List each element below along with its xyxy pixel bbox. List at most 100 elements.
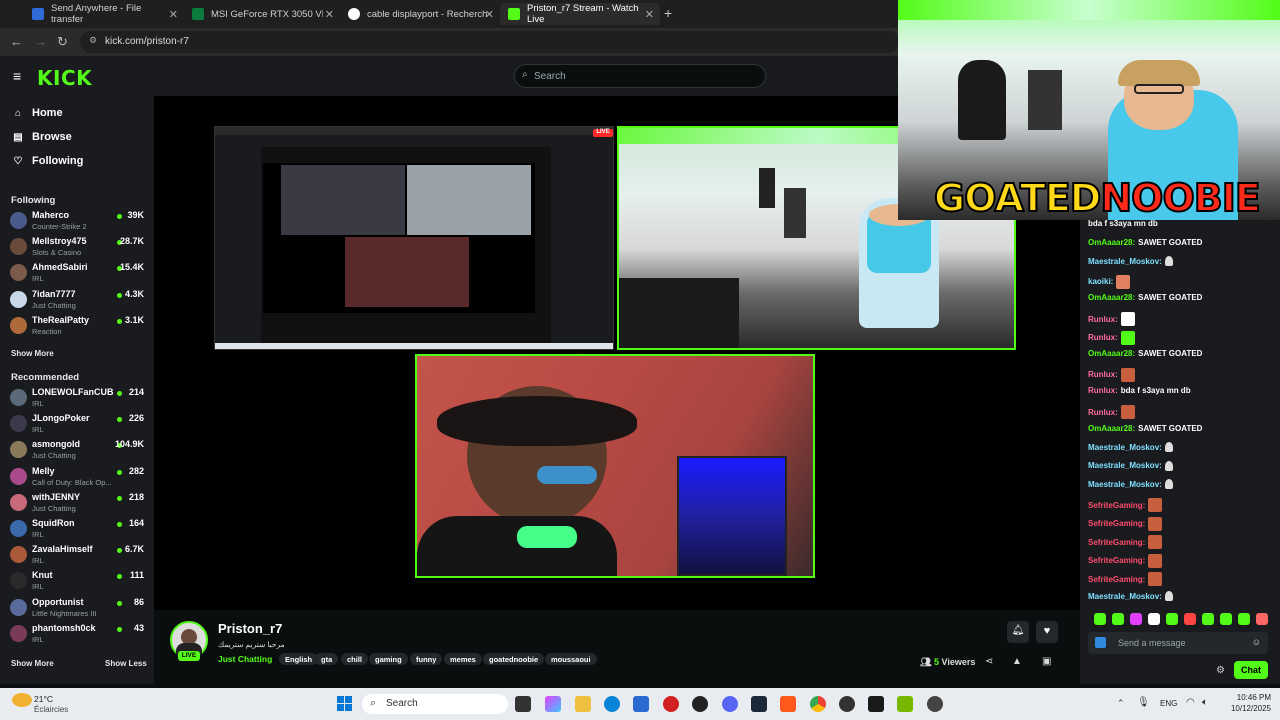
nav-following[interactable]: ♡ Following [11, 155, 84, 167]
follow-heart-icon[interactable]: ♥ [1036, 621, 1058, 643]
quick-emote-icon[interactable] [1130, 613, 1142, 625]
steam-icon[interactable] [751, 696, 767, 712]
browser-tab-google[interactable]: cable displayport - Recherche G ✕ [340, 3, 500, 25]
share-icon[interactable]: ⋖ [985, 656, 993, 667]
stream-tag[interactable]: memes [444, 653, 482, 665]
quick-emote-icon[interactable] [1094, 613, 1106, 625]
chat-send-button[interactable]: Chat [1234, 661, 1268, 679]
chat-username[interactable]: Runlux: [1088, 370, 1118, 379]
chat-username[interactable]: Runlux: [1088, 408, 1118, 417]
quick-emote-icon[interactable] [1256, 613, 1268, 625]
stream-tag[interactable]: gta [315, 653, 339, 665]
reload-icon[interactable]: ↻ [57, 34, 68, 50]
edge-icon[interactable] [604, 696, 620, 712]
app-red-icon[interactable] [663, 696, 679, 712]
chat-username[interactable]: SefriteGaming: [1088, 501, 1145, 510]
following-channel-row[interactable]: 7idan7777 Just Chatting 4.3K [10, 287, 144, 313]
app-gear-icon[interactable] [927, 696, 943, 712]
wifi-icon[interactable]: ◠ [1186, 697, 1195, 708]
chat-username[interactable]: OmAaaar28: [1088, 349, 1135, 358]
taskbar-search-input[interactable]: ⌕ Search [362, 694, 508, 714]
quick-emote-icon[interactable] [1238, 613, 1250, 625]
chat-username[interactable]: Runlux: [1088, 333, 1118, 342]
stream-tag[interactable]: gaming [369, 653, 408, 665]
chat-username[interactable]: Maestrale_Moskov: [1088, 480, 1162, 489]
close-tab-icon[interactable]: ✕ [485, 8, 494, 21]
recommended-channel-row[interactable]: JLongoPoker IRL 226 [10, 411, 144, 437]
recommended-channel-row[interactable]: phantomsh0ck IRL 43 [10, 621, 144, 647]
menu-hamburger-icon[interactable]: ≡ [13, 68, 21, 84]
show-less-button[interactable]: Show Less [105, 659, 147, 668]
following-channel-row[interactable]: Maherco Counter-Strike 2 39K [10, 208, 144, 234]
tray-chevron-icon[interactable]: ⌃ [1117, 698, 1125, 709]
show-more-following-button[interactable]: Show More [11, 349, 54, 358]
browser-tab-send-anywhere[interactable]: Send Anywhere - File transfer ✕ [24, 3, 184, 25]
chat-username[interactable]: Maestrale_Moskov: [1088, 257, 1162, 266]
stream-tag[interactable]: English [279, 653, 319, 665]
chat-settings-gear-icon[interactable]: ⚙ [1216, 665, 1225, 676]
mic-icon[interactable]: 🎙︎ [1137, 697, 1150, 708]
quick-emote-icon[interactable] [1184, 613, 1196, 625]
chat-input[interactable]: Send a message ☺ [1088, 632, 1268, 654]
clip-icon[interactable]: ▣ [1042, 656, 1051, 667]
chat-username[interactable]: Maestrale_Moskov: [1088, 592, 1162, 601]
chat-username[interactable]: SefriteGaming: [1088, 575, 1145, 584]
copilot-icon[interactable] [545, 696, 561, 712]
recommended-channel-row[interactable]: Opportunist Little Nightmares III 86 [10, 595, 144, 621]
file-explorer-icon[interactable] [575, 696, 591, 712]
url-input[interactable]: ⚙ kick.com/priston-r7 [80, 31, 900, 53]
recommended-channel-row[interactable]: LONEWOLFanCUB IRL 214 [10, 385, 144, 411]
notification-bell-icon[interactable]: 🔔︎ [1007, 621, 1029, 643]
chat-username[interactable]: OmAaaar28: [1088, 293, 1135, 302]
nav-browse[interactable]: ▤ Browse [11, 131, 71, 143]
chat-username[interactable]: SefriteGaming: [1088, 538, 1145, 547]
nav-home[interactable]: ⌂ Home [11, 107, 63, 119]
site-info-icon[interactable]: ⚙ [89, 35, 97, 46]
stream-tag[interactable]: moussaoui [545, 653, 597, 665]
store-icon[interactable] [633, 696, 649, 712]
discord-icon[interactable] [722, 696, 738, 712]
chrome-icon[interactable] [810, 696, 826, 712]
chat-username[interactable]: SefriteGaming: [1088, 519, 1145, 528]
close-tab-icon[interactable]: ✕ [325, 8, 334, 21]
quick-emote-icon[interactable] [1220, 613, 1232, 625]
quick-emote-icon[interactable] [1202, 613, 1214, 625]
chat-username[interactable]: Runlux: [1088, 315, 1118, 324]
recommended-channel-row[interactable]: asmongold Just Chatting 104.9K [10, 437, 144, 463]
volume-icon[interactable]: 🔈︎ [1202, 697, 1208, 708]
emote-picker-icon[interactable] [1095, 637, 1106, 648]
chat-username[interactable]: SefriteGaming: [1088, 556, 1145, 565]
weather-desc[interactable]: Éclaircies [34, 705, 68, 714]
chat-username[interactable]: kaoiki: [1088, 277, 1113, 286]
category-link[interactable]: Just Chatting [218, 654, 272, 664]
stream-tag[interactable]: chill [341, 653, 369, 665]
quick-emote-icon[interactable] [1148, 613, 1160, 625]
clock-date[interactable]: 10/12/2025 [1227, 704, 1271, 713]
chat-username[interactable]: Maestrale_Moskov: [1088, 443, 1162, 452]
report-icon[interactable]: ▲ [1012, 656, 1022, 667]
forward-arrow-icon[interactable]: → [34, 34, 47, 49]
terminal-icon[interactable] [868, 696, 884, 712]
chat-username[interactable]: OmAaaar28: [1088, 238, 1135, 247]
chat-username[interactable]: Maestrale_Moskov: [1088, 461, 1162, 470]
clock-time[interactable]: 10:46 PM [1227, 693, 1271, 702]
following-channel-row[interactable]: TheRealPatty Reaction 3.1K [10, 313, 144, 339]
close-tab-icon[interactable]: ✕ [169, 8, 178, 21]
chat-username[interactable]: Runlux: [1088, 386, 1118, 395]
recommended-channel-row[interactable]: Melly Call of Duty: Black Op... 282 [10, 464, 144, 490]
search-input[interactable]: ⌕ Search [514, 64, 766, 88]
stream-tag[interactable]: funny [410, 653, 443, 665]
nvidia-icon[interactable] [897, 696, 913, 712]
show-more-recommended-button[interactable]: Show More [11, 659, 54, 668]
app-circle-icon[interactable] [839, 696, 855, 712]
browser-tab-msi[interactable]: MSI GeForce RTX 3050 VENTUS ✕ [184, 3, 340, 25]
app-dark-icon[interactable] [692, 696, 708, 712]
app-orange-icon[interactable] [780, 696, 796, 712]
stream-tag[interactable]: goatednoobie [483, 653, 545, 665]
recommended-channel-row[interactable]: Knut IRL 111 [10, 568, 144, 594]
following-channel-row[interactable]: Mellstroy475 Slots & Casino 28.7K [10, 234, 144, 260]
kick-logo[interactable]: KICK [37, 66, 92, 90]
language-indicator[interactable]: ENG [1160, 699, 1177, 708]
chat-username[interactable]: OmAaaar28: [1088, 424, 1135, 433]
task-view-icon[interactable] [515, 696, 531, 712]
